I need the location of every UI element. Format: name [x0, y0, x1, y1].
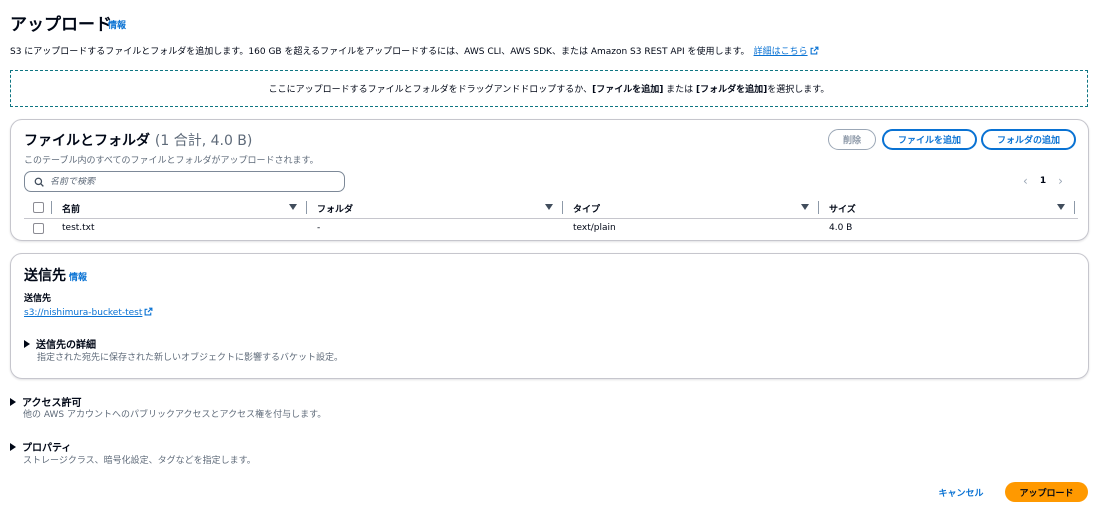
external-link-icon: [144, 307, 153, 316]
delete-button[interactable]: 削除: [828, 129, 876, 150]
properties-expander[interactable]: プロパティ: [10, 439, 71, 454]
sort-icon[interactable]: [289, 204, 297, 210]
dropzone-text-before: ここにアップロードするファイルとフォルダをドラッグアンドドロップするか、: [268, 85, 593, 95]
sort-icon[interactable]: [801, 204, 809, 210]
current-page[interactable]: 1: [1040, 176, 1046, 186]
column-header-name[interactable]: 名前: [62, 202, 80, 215]
column-separator: [51, 201, 52, 214]
destination-info-link[interactable]: 情報: [69, 270, 87, 283]
column-header-size[interactable]: サイズ: [829, 202, 856, 215]
dropzone-add-files: [ファイルを追加]: [592, 85, 664, 95]
row-checkbox[interactable]: [33, 223, 44, 234]
learn-more-label: 詳細はこちら: [753, 47, 808, 57]
destination-title: 送信先: [24, 268, 66, 284]
destination-details-expander[interactable]: 送信先の詳細: [24, 336, 96, 351]
cancel-button[interactable]: キャンセル: [926, 482, 996, 502]
files-panel-title: ファイルとフォルダ (1 合計, 4.0 B): [24, 130, 252, 150]
destination-panel: 送信先 情報 送信先 s3://nishimura-bucket-test 送信…: [10, 253, 1089, 379]
page-description: S3 にアップロードするファイルとフォルダを追加します。160 GB を超えるフ…: [10, 44, 819, 57]
caret-right-icon: [10, 398, 16, 406]
external-link-icon: [810, 46, 819, 55]
files-count: (1 合計, 4.0 B): [154, 133, 253, 149]
pagination: ‹ 1 ›: [1023, 175, 1063, 187]
previous-page-icon[interactable]: ‹: [1023, 175, 1028, 187]
add-files-button[interactable]: ファイルを追加: [882, 129, 977, 150]
dropzone-text-mid: または: [663, 85, 697, 95]
search-input[interactable]: [50, 176, 330, 187]
learn-more-link[interactable]: 詳細はこちら: [753, 46, 819, 57]
dropzone-add-folder: [フォルダを追加]: [696, 85, 768, 95]
info-link[interactable]: 情報: [108, 18, 126, 31]
upload-button[interactable]: アップロード: [1005, 482, 1088, 502]
files-title-text: ファイルとフォルダ: [24, 133, 150, 149]
caret-right-icon: [10, 443, 16, 451]
dropzone-text-after: を選択します。: [767, 85, 830, 95]
file-dropzone[interactable]: ここにアップロードするファイルとフォルダをドラッグアンドドロップするか、 [ファイ…: [10, 70, 1088, 107]
destination-url: s3://nishimura-bucket-test: [24, 308, 143, 318]
column-header-folder[interactable]: フォルダ: [317, 202, 353, 215]
search-icon: [34, 177, 44, 187]
table-header: 名前 フォルダ タイプ サイズ: [24, 198, 1078, 219]
cell-folder: -: [317, 223, 321, 233]
next-page-icon[interactable]: ›: [1058, 175, 1063, 187]
page-title: アップロード: [10, 15, 112, 35]
table-row[interactable]: test.txt - text/plain 4.0 B: [24, 221, 1078, 237]
destination-label: 送信先: [24, 294, 52, 304]
cell-name: test.txt: [62, 223, 95, 233]
column-separator: [562, 201, 563, 214]
add-folder-button[interactable]: フォルダの追加: [981, 129, 1076, 150]
column-separator: [306, 201, 307, 214]
column-header-type[interactable]: タイプ: [573, 202, 600, 215]
cell-type: text/plain: [573, 223, 616, 233]
caret-right-icon: [24, 340, 30, 348]
destination-bucket-link[interactable]: s3://nishimura-bucket-test: [24, 307, 153, 318]
sort-icon[interactable]: [545, 204, 553, 210]
properties-description: ストレージクラス、暗号化設定、タグなどを指定します。: [23, 456, 256, 466]
select-all-checkbox[interactable]: [33, 202, 44, 213]
page-description-text: S3 にアップロードするファイルとフォルダを追加します。160 GB を超えるフ…: [10, 47, 750, 57]
column-separator: [818, 201, 819, 214]
files-and-folders-panel: ファイルとフォルダ (1 合計, 4.0 B) このテーブル内のすべてのファイル…: [10, 119, 1089, 241]
files-panel-description: このテーブル内のすべてのファイルとフォルダがアップロードされます。: [24, 156, 319, 166]
cell-size: 4.0 B: [829, 223, 853, 233]
sort-icon[interactable]: [1057, 204, 1065, 210]
destination-details-description: 指定された宛先に保存された新しいオブジェクトに影響するバケット設定。: [37, 353, 344, 363]
permissions-description: 他の AWS アカウントへのパブリックアクセスとアクセス権を付与します。: [23, 410, 327, 420]
column-separator: [1074, 201, 1075, 214]
search-field[interactable]: [24, 171, 345, 192]
